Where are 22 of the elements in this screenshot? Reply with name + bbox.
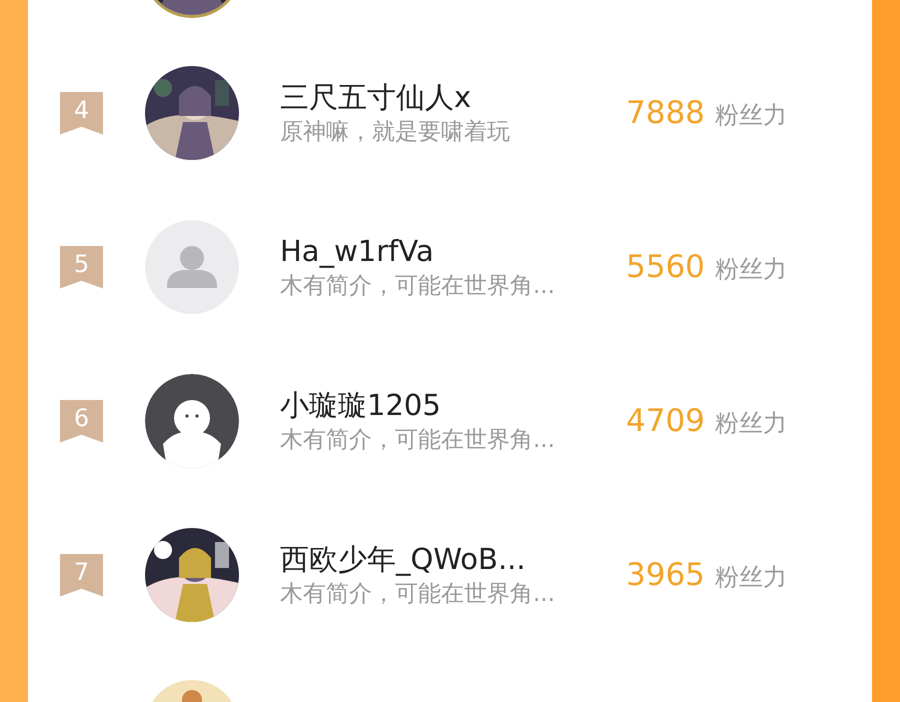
default-avatar-icon [145, 220, 239, 314]
user-name: 三尺五寸仙人x [280, 79, 472, 116]
fan-score: 5560 [626, 249, 705, 285]
user-bio: 木有简介，可能在世界角... [280, 580, 556, 609]
rank-badge: 4 [60, 92, 103, 134]
fan-score: 7888 [626, 95, 705, 131]
figure-avatar-icon [145, 374, 239, 468]
fan-score: 4709 [626, 403, 705, 439]
user-name: 西欧少年_QWoB... [280, 541, 527, 578]
fan-score: 3965 [626, 557, 705, 593]
user-bio: 原神嘛，就是要啸着玩 [280, 118, 511, 147]
score-unit: 粉丝力 [714, 562, 787, 593]
score-unit: 粉丝力 [714, 408, 787, 439]
user-name: Ha_w1rfVa [280, 233, 435, 270]
user-bio: 木有简介，可能在世界角... [280, 426, 556, 455]
user-bio: 木有简介，可能在世界角... [280, 272, 556, 301]
rank-badge: 6 [60, 400, 103, 442]
score-unit: 粉丝力 [714, 100, 787, 131]
score-unit: 粉丝力 [714, 254, 787, 285]
rank-badge: 5 [60, 246, 103, 288]
rank-badge: 7 [60, 554, 103, 596]
user-name: 小璇璇1205 [280, 387, 442, 424]
